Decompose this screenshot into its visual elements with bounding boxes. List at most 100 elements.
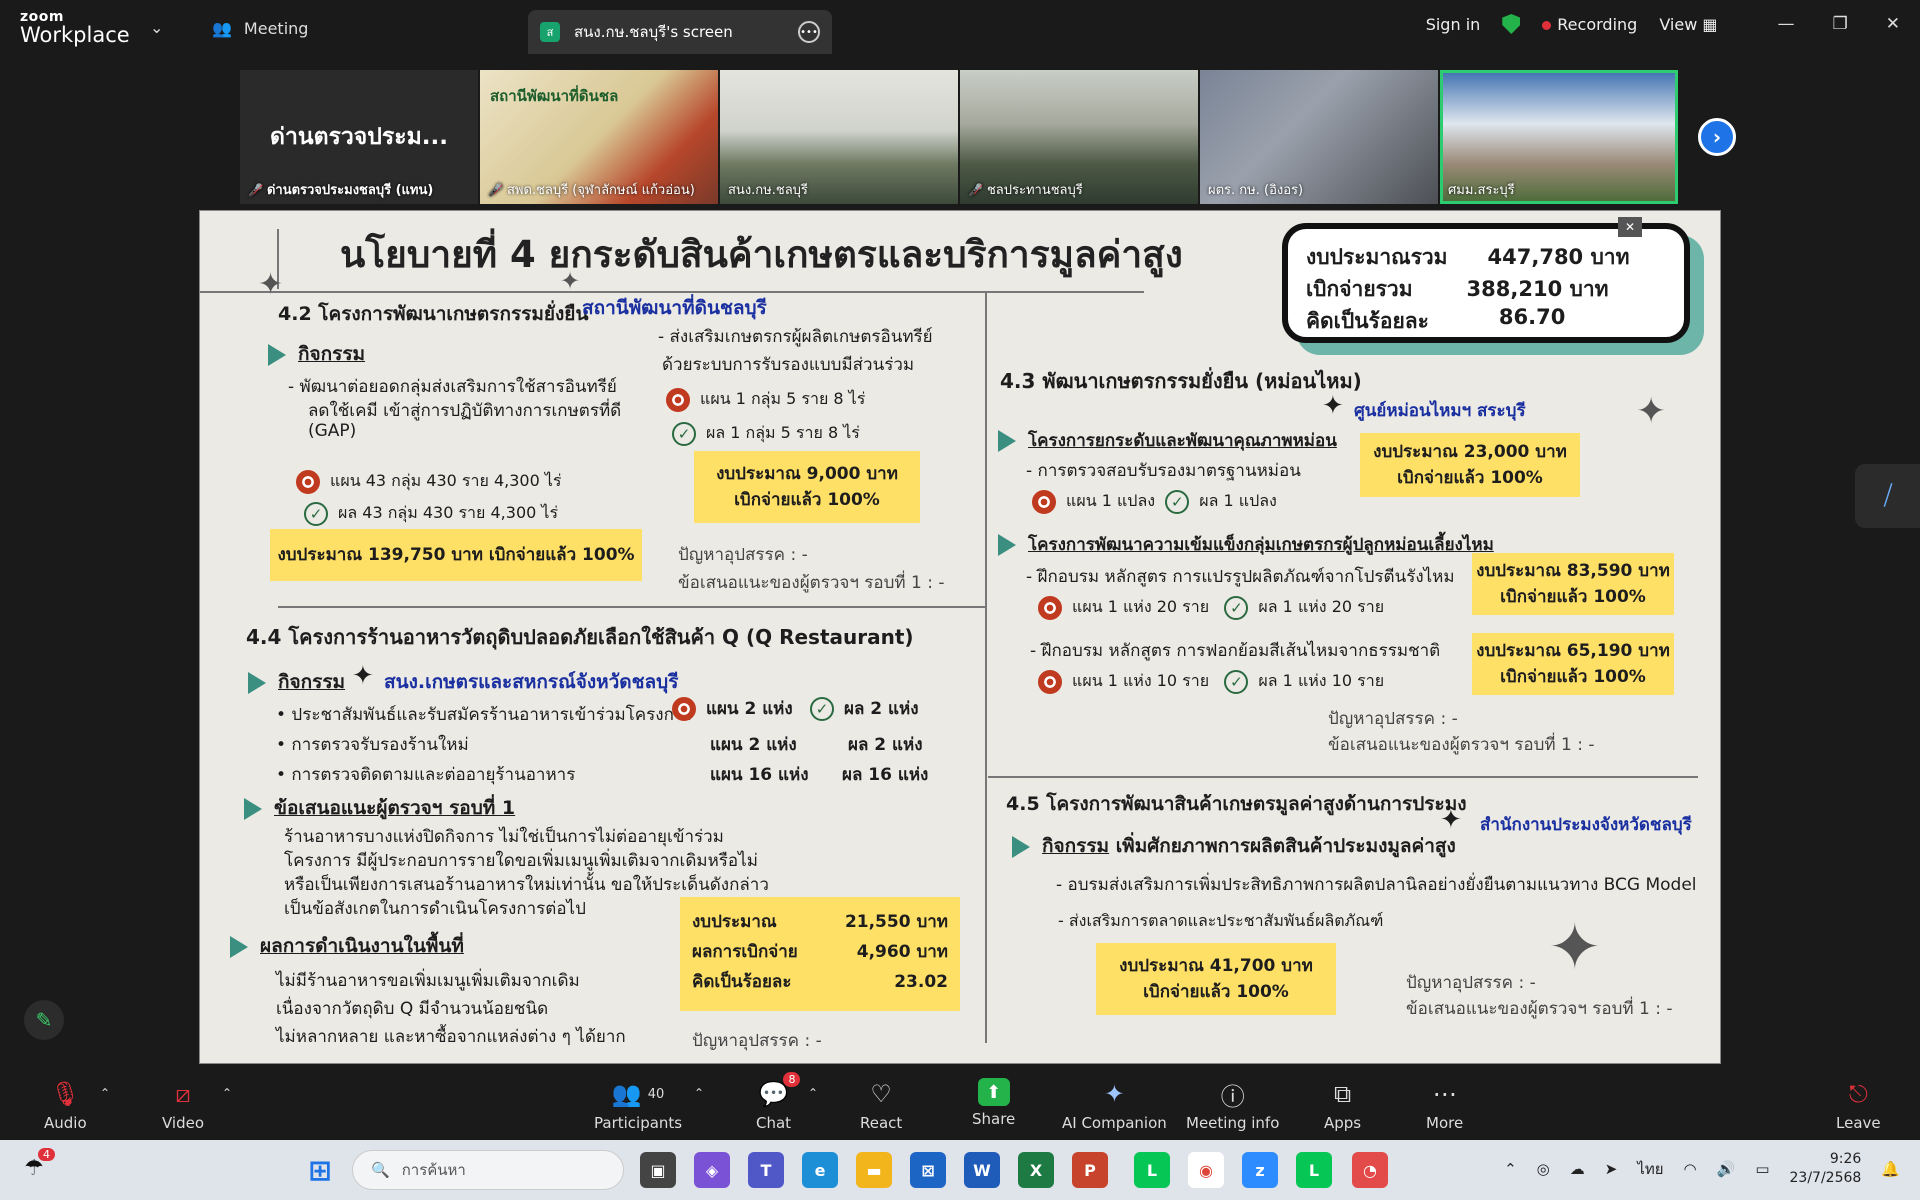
recording-indicator[interactable]: Recording — [1542, 15, 1637, 34]
meeting-info-button[interactable]: ⓘ Meeting info — [1186, 1078, 1279, 1133]
target-icon — [1038, 595, 1062, 620]
close-icon[interactable]: ✕ — [1886, 14, 1900, 34]
result-text: ผล 43 กลุ่ม 430 ราย 4,300 ไร่ — [338, 503, 559, 522]
participant-tile[interactable]: สถานีพัฒนาที่ดินชล 🎤̸ สพด.ชลบุรี (จุฬาลัก… — [480, 70, 718, 204]
budget-label: ผลการเบิกจ่าย — [692, 942, 798, 962]
app-icon[interactable]: ◔ — [1352, 1152, 1388, 1188]
chevron-down-icon[interactable]: ⌄ — [150, 18, 163, 37]
shared-screen-label: สนง.กษ.ชลบุรี's screen — [574, 23, 733, 41]
participant-name: ชลประทานชลบุรี — [986, 183, 1083, 198]
heart-icon: ♡ — [870, 1080, 892, 1108]
participant-tile-active-speaker[interactable]: ศมม.สระบุรี — [1440, 70, 1678, 204]
next-page-arrow-icon[interactable]: › — [1698, 118, 1736, 156]
plan-text: แผน 16 แห่ง — [710, 765, 809, 785]
total-budget-box: งบประมาณรวม 447,780 บาท เบิกจ่ายรวม 388,21… — [1282, 223, 1690, 343]
restore-icon[interactable]: ❐ — [1833, 14, 1848, 34]
mic-muted-icon: 🎤̸ — [248, 182, 263, 197]
share-button[interactable]: ⬆ Share — [972, 1078, 1015, 1128]
ai-companion-button[interactable]: ✦ AI Companion — [1062, 1078, 1167, 1132]
windows-start-icon[interactable]: ⊞ — [302, 1152, 338, 1188]
volume-icon[interactable]: 🔊 — [1717, 1160, 1736, 1178]
result-text: ผล 1 กลุ่ม 5 ราย 8 ไร่ — [706, 423, 860, 442]
problem-text: ปัญหาอุปสรรค : - — [678, 545, 808, 565]
budget-value: 4,960 บาท — [856, 942, 948, 962]
meeting-controls: 🎙 Audio ⌃ ⧄ Video ⌃ 👥 40 Participants ⌃ … — [0, 1068, 1920, 1140]
plan-text: แผน 1 แห่ง 10 ราย — [1072, 671, 1210, 690]
zoom-taskbar-icon[interactable]: z — [1242, 1152, 1278, 1188]
tray-app-icon[interactable]: ◎ — [1537, 1160, 1550, 1178]
chrome-icon[interactable]: ◉ — [1188, 1152, 1224, 1188]
close-icon[interactable]: ✕ — [1618, 217, 1642, 237]
more-options-icon[interactable]: ••• — [798, 21, 820, 43]
section-4-2-agency: สถานีพัฒนาที่ดินชลบุรี — [582, 297, 767, 319]
video-button[interactable]: ⧄ Video — [162, 1078, 204, 1132]
powerpoint-icon[interactable]: P — [1072, 1152, 1108, 1188]
floating-toolbar-icon[interactable]: ⧸ — [1855, 464, 1920, 528]
participant-name: ศมม.สระบุรี — [1448, 183, 1515, 198]
location-icon[interactable]: ➤ — [1605, 1160, 1618, 1178]
search-icon: 🔍 — [371, 1161, 390, 1179]
participant-tile[interactable]: 🎤̸ ชลประทานชลบุรี — [960, 70, 1198, 204]
chevron-up-icon[interactable]: ⌃ — [222, 1086, 232, 1100]
time: 9:26 — [1829, 1151, 1862, 1167]
plan-text: แผน 1 กลุ่ม 5 ราย 8 ไร่ — [700, 389, 866, 408]
apps-button[interactable]: ⧉ Apps — [1324, 1078, 1361, 1132]
file-explorer-icon[interactable]: ▬ — [856, 1152, 892, 1188]
view-button[interactable]: View ▦ — [1659, 15, 1717, 34]
more-button[interactable]: ⋯ More — [1426, 1078, 1463, 1132]
onedrive-icon[interactable]: ☁ — [1570, 1160, 1585, 1178]
sign-in-button[interactable]: Sign in — [1426, 15, 1481, 34]
chat-button[interactable]: 💬 8 Chat — [756, 1072, 801, 1132]
battery-icon[interactable]: ▭ — [1755, 1160, 1769, 1178]
react-button[interactable]: ♡ React — [860, 1078, 902, 1132]
wifi-icon[interactable]: ◠ — [1684, 1160, 1697, 1178]
budget-line: เบิกจ่ายแล้ว 100% — [1500, 667, 1646, 687]
security-shield-icon[interactable] — [1502, 14, 1521, 34]
divider — [988, 776, 1698, 778]
brand-large: Workplace — [20, 23, 130, 47]
participant-tile[interactable]: ด่านตรวจประม... 🎤̸ ด่านตรวจประมงชลบุรี (แ… — [240, 70, 478, 204]
activity-row-item: • การตรวจติดตามและต่ออายุร้านอาหาร — [276, 765, 576, 785]
line-icon[interactable]: L — [1296, 1152, 1332, 1188]
chevron-up-icon[interactable]: ⌃ — [808, 1086, 818, 1100]
participant-tile[interactable]: ผตร. กษ. (อิงอร) — [1200, 70, 1438, 204]
sparkle-icon: ✦ — [560, 267, 581, 295]
weather-icon[interactable]: ☂ 4 — [24, 1148, 55, 1181]
recording-dot-icon — [1542, 20, 1552, 30]
shared-screen-content: นโยบายที่ 4 ยกระดับสินค้าเกษตรและบริการม… — [199, 210, 1721, 1064]
taskbar-search[interactable]: 🔍 การค้นหา — [352, 1150, 624, 1190]
target-icon — [666, 387, 690, 412]
clock[interactable]: 9:26 23/7/2568 — [1790, 1150, 1862, 1188]
shared-screen-tab[interactable]: ส สนง.กษ.ชลบุรี's screen ••• — [528, 10, 832, 54]
chevron-up-icon[interactable]: ⌃ — [100, 1086, 110, 1100]
triangle-bullet-icon — [268, 343, 286, 366]
participants-button[interactable]: 👥 40 Participants — [594, 1078, 682, 1132]
chevron-up-icon[interactable]: ⌃ — [1504, 1160, 1517, 1178]
activity-label: กิจกรรม — [1042, 835, 1110, 857]
notification-icon[interactable]: 🔔 — [1881, 1160, 1900, 1178]
teams-icon[interactable]: T — [748, 1152, 784, 1188]
chevron-up-icon[interactable]: ⌃ — [694, 1086, 704, 1100]
excel-icon[interactable]: X — [1018, 1152, 1054, 1188]
audio-button[interactable]: 🎙 Audio — [44, 1078, 87, 1132]
copilot-icon[interactable]: ◈ — [694, 1152, 730, 1188]
zoom-logo: zoom Workplace — [20, 10, 130, 46]
task-view-icon[interactable]: ▣ — [640, 1152, 676, 1188]
activity-text: (GAP) — [308, 421, 357, 441]
system-tray: ⌃ ◎ ☁ ➤ ไทย ◠ 🔊 ▭ 9:26 23/7/2568 🔔 — [1504, 1150, 1900, 1188]
result-heading: ผลการดำเนินงานในพื้นที่ — [260, 935, 464, 957]
triangle-bullet-icon — [244, 797, 262, 820]
meeting-tab[interactable]: 👥 Meeting — [212, 19, 308, 38]
annotate-pencil-icon[interactable]: ✎ — [24, 1000, 64, 1040]
participant-tile[interactable]: สนง.กษ.ชลบุรี — [720, 70, 958, 204]
sparkle-icon: ✦ — [352, 661, 374, 691]
language-indicator[interactable]: ไทย — [1637, 1157, 1663, 1181]
suggestion-line: เป็นข้อสังเกตในการดำเนินโครงการต่อไป — [284, 899, 586, 919]
store-icon[interactable]: ⊠ — [910, 1152, 946, 1188]
edge-icon[interactable]: e — [802, 1152, 838, 1188]
minimize-icon[interactable]: — — [1778, 14, 1795, 34]
line-icon[interactable]: L — [1134, 1152, 1170, 1188]
word-icon[interactable]: W — [964, 1152, 1000, 1188]
leave-button[interactable]: ⎋ Leave — [1836, 1078, 1881, 1132]
budget-line: งบประมาณ 41,700 บาท — [1119, 956, 1313, 976]
